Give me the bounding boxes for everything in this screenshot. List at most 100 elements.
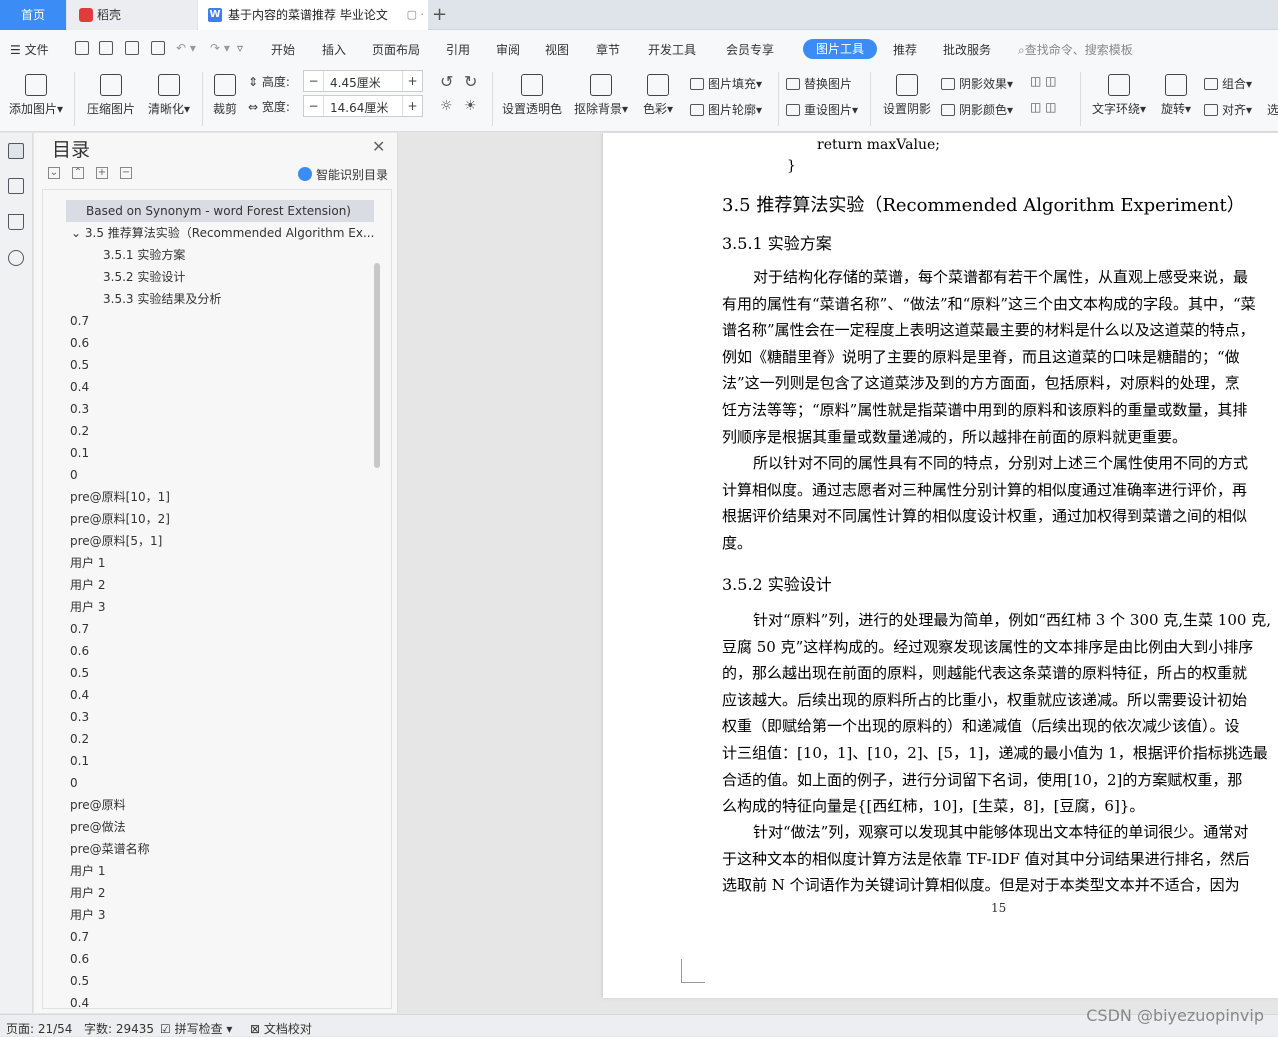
new-tab-button[interactable]: + (432, 3, 447, 27)
toc-item[interactable]: 0.7 (70, 310, 89, 332)
find-icon[interactable] (8, 250, 24, 266)
set-transparent-button[interactable]: 设置透明色 (500, 74, 564, 117)
expand-level-icon[interactable]: ⌃ (72, 167, 84, 179)
toc-item[interactable]: 0.4 (70, 684, 89, 706)
clarify-button[interactable]: 清晰化▾ (145, 74, 193, 117)
toc-item[interactable]: 0.2 (70, 420, 89, 442)
shadow-down-icon[interactable]: ◫ ◫ (1030, 100, 1057, 114)
tab-home[interactable]: 首页 (0, 0, 66, 30)
menu-insert[interactable]: 插入 (322, 41, 346, 58)
quick-access-more-icon[interactable]: ▿ (237, 41, 243, 55)
toc-item[interactable]: 0.1 (70, 442, 89, 464)
save-icon[interactable] (75, 41, 89, 55)
document-page[interactable]: return maxValue;} 3.5 推荐算法实验（Recommended … (603, 133, 1278, 998)
menu-references[interactable]: 引用 (446, 41, 470, 58)
toc-item[interactable]: 0.1 (70, 750, 89, 772)
file-menu[interactable]: ☰ 文件 (10, 41, 49, 58)
spell-check-button[interactable]: ☑ 拼写检查 ▾ (160, 1020, 232, 1037)
menu-page-layout[interactable]: 页面布局 (372, 41, 420, 58)
shadow-up-icon[interactable]: ◫ ◫ (1030, 74, 1057, 88)
toc-item[interactable]: pre@做法 (70, 816, 126, 838)
crop-button[interactable]: 裁剪 (210, 74, 240, 117)
toc-item[interactable]: 用户 2 (70, 882, 105, 904)
contrast-icon[interactable]: ☀ (464, 98, 477, 114)
picture-fill-button[interactable]: 图片填充▾ (690, 75, 762, 92)
redo-icon[interactable]: ↷ ▾ (210, 41, 230, 55)
toc-item[interactable]: 0.5 (70, 354, 89, 376)
print-preview-icon[interactable] (151, 41, 165, 55)
toc-item[interactable]: 用户 2 (70, 574, 105, 596)
toc-item[interactable]: 0 (70, 464, 78, 486)
menu-member[interactable]: 会员专享 (726, 41, 774, 58)
word-count[interactable]: 字数: 29435 (84, 1020, 154, 1037)
width-value[interactable]: 14.64厘米 (330, 99, 388, 116)
toc-item[interactable]: 用户 1 (70, 552, 105, 574)
toc-item[interactable]: pre@原料[5，1] (70, 530, 162, 552)
shadow-effect-button[interactable]: 阴影效果▾ (941, 75, 1013, 92)
tab-daoke[interactable]: 稻壳 (67, 0, 197, 30)
width-increase-button[interactable]: + (402, 96, 422, 116)
collapse-all-icon[interactable]: ⌄ (48, 167, 60, 179)
menu-start[interactable]: 开始 (271, 41, 295, 58)
picture-outline-button[interactable]: 图片轮廓▾ (690, 101, 762, 118)
width-stepper[interactable]: −14.64厘米 + (303, 95, 423, 117)
menu-review[interactable]: 审阅 (496, 41, 520, 58)
menu-recommend[interactable]: 推荐 (893, 41, 917, 58)
toc-item[interactable]: 3.5.3 实验结果及分析 (103, 288, 221, 310)
align-button[interactable]: 对齐▾ (1204, 101, 1252, 118)
add-picture-button[interactable]: 添加图片▾ (6, 74, 66, 117)
toc-scrollbar[interactable] (374, 263, 380, 468)
text-wrap-button[interactable]: 文字环绕▾ (1090, 74, 1148, 117)
outline-panel-icon[interactable] (8, 178, 24, 194)
rotate-left-icon[interactable]: ↺ (440, 72, 453, 91)
menu-grading[interactable]: 批改服务 (943, 41, 991, 58)
toc-item[interactable]: pre@原料[10，2] (70, 508, 170, 530)
toc-panel-icon[interactable] (8, 143, 24, 159)
page-count[interactable]: 页面: 21/54 (6, 1020, 72, 1037)
toc-item[interactable]: 用户 1 (70, 860, 105, 882)
set-shadow-button[interactable]: 设置阴影 (880, 74, 934, 117)
toc-item[interactable]: 0 (70, 772, 78, 794)
select-button[interactable]: 选 (1267, 101, 1278, 118)
toc-item[interactable]: 用户 3 (70, 904, 105, 926)
toc-item[interactable]: 0.6 (70, 948, 89, 970)
toc-item[interactable]: 0.7 (70, 618, 89, 640)
width-decrease-button[interactable]: − (304, 96, 324, 116)
toc-item[interactable]: pre@菜谱名称 (70, 838, 150, 860)
toc-item[interactable]: 0.4 (70, 376, 89, 398)
height-stepper[interactable]: −4.45厘米 + (303, 70, 423, 92)
toc-item[interactable]: 0.7 (70, 926, 89, 948)
document-proofread-button[interactable]: ⊠ 文档校对 (250, 1020, 312, 1037)
rotate-button[interactable]: 旋转▾ (1158, 74, 1194, 117)
height-decrease-button[interactable]: − (304, 71, 324, 91)
toc-item[interactable]: pre@原料[10，1] (70, 486, 170, 508)
toc-item[interactable]: 0.6 (70, 332, 89, 354)
toc-item[interactable]: 3.5.2 实验设计 (103, 266, 185, 288)
add-heading-icon[interactable]: + (96, 167, 108, 179)
toc-item[interactable]: 0.6 (70, 640, 89, 662)
rotate-right-icon[interactable]: ↻ (464, 72, 477, 91)
toc-item[interactable]: 0.3 (70, 398, 89, 420)
group-button[interactable]: 组合▾ (1204, 75, 1252, 92)
chevron-down-icon[interactable]: ⌄ (71, 226, 85, 240)
toc-item[interactable]: pre@原料 (70, 794, 126, 816)
color-button[interactable]: 色彩▾ (640, 74, 676, 117)
smart-toc-button[interactable]: 智能识别目录 (298, 166, 388, 183)
menu-chapter[interactable]: 章节 (596, 41, 620, 58)
close-icon[interactable]: ✕ (372, 137, 385, 156)
toc-item-selected[interactable]: Based on Synonym - word Forest Extension… (66, 200, 374, 222)
brightness-icon[interactable]: ☼ (440, 98, 453, 114)
tab-document[interactable]: W 基于内容的菜谱推荐 毕业论文 ▢ · (198, 0, 428, 30)
remove-heading-icon[interactable]: − (120, 167, 132, 179)
remove-background-button[interactable]: 抠除背景▾ (572, 74, 630, 117)
height-increase-button[interactable]: + (402, 71, 422, 91)
command-search[interactable]: ⌕查找命令、搜索模板 (1018, 41, 1133, 58)
toc-item[interactable]: 0.3 (70, 706, 89, 728)
bookmark-icon[interactable] (8, 214, 24, 230)
compress-picture-button[interactable]: 压缩图片 (86, 74, 136, 117)
export-pdf-icon[interactable] (99, 41, 113, 55)
height-value[interactable]: 4.45厘米 (330, 74, 381, 91)
undo-icon[interactable]: ↶ ▾ (176, 41, 196, 55)
toc-item[interactable]: 0.2 (70, 728, 89, 750)
menu-picture-tools[interactable]: 图片工具 (803, 39, 877, 59)
